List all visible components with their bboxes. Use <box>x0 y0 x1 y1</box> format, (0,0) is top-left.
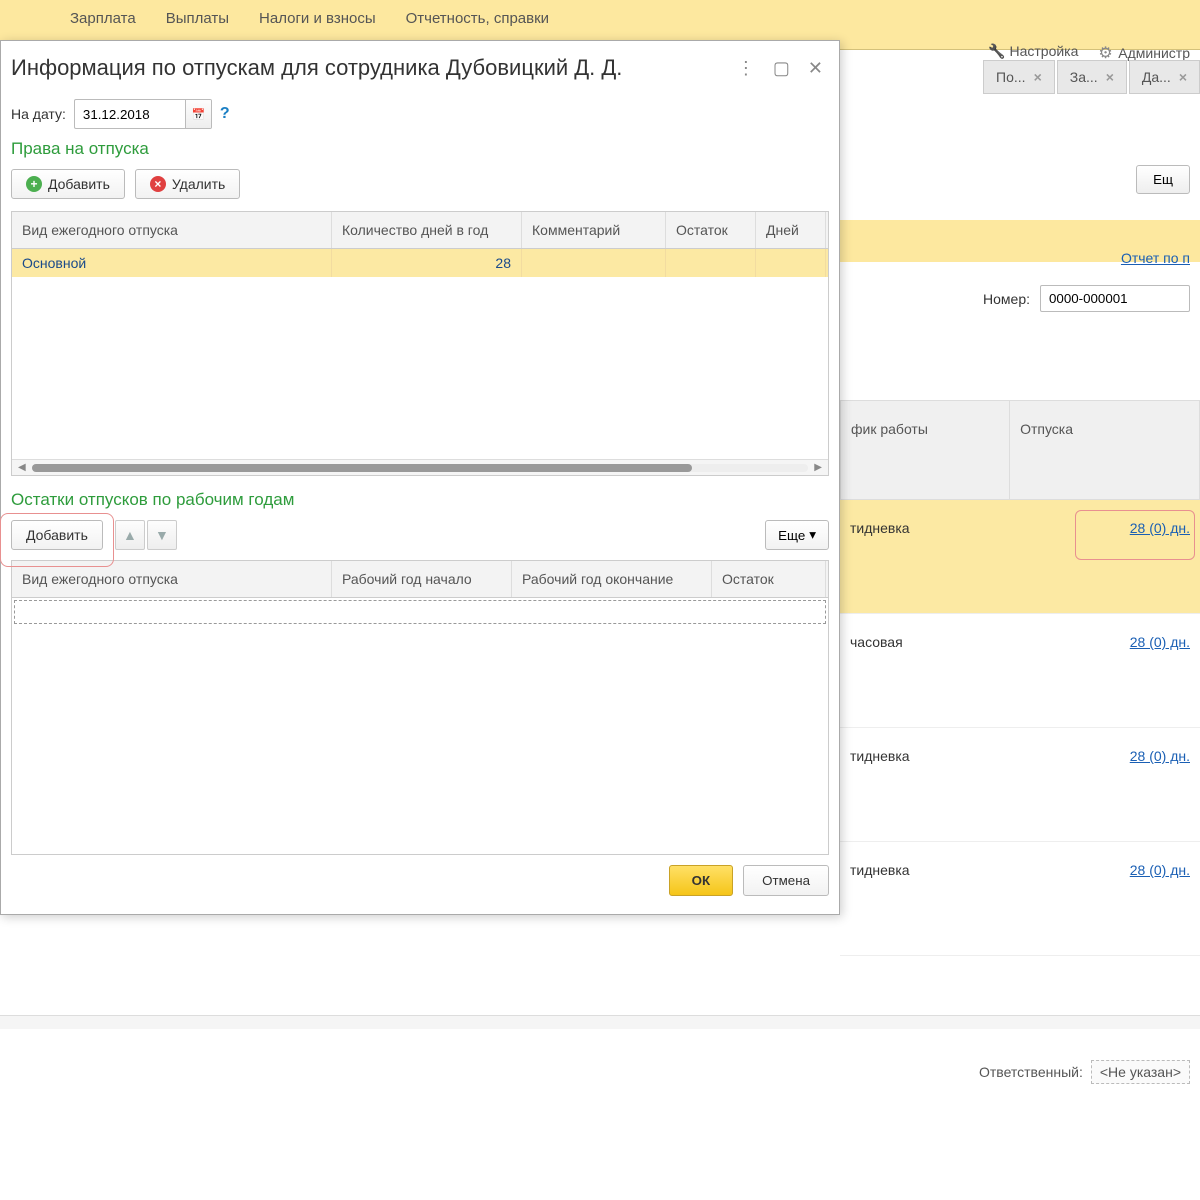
col2-start[interactable]: Рабочий год начало <box>332 561 512 597</box>
grid-scrollbar[interactable]: ◀ ▶ <box>12 459 828 475</box>
bg-cell-schedule: тидневка <box>840 500 1010 613</box>
tab[interactable]: Да...× <box>1129 60 1200 94</box>
delete-button[interactable]: × Удалить <box>135 169 240 199</box>
toolbar-item[interactable]: Отчетность, справки <box>406 10 549 27</box>
bg-cell-schedule: тидневка <box>840 728 1010 841</box>
number-input[interactable] <box>1040 285 1190 312</box>
close-icon[interactable]: × <box>1179 69 1187 85</box>
bg-table-header: фик работы Отпуска <box>840 400 1200 500</box>
bg-cell-schedule: часовая <box>840 614 1010 727</box>
dialog-title: Информация по отпускам для сотрудника Ду… <box>11 55 622 81</box>
more-button-bg[interactable]: Ещ <box>1136 165 1190 194</box>
cancel-button[interactable]: Отмена <box>743 865 829 896</box>
chevron-down-icon: ▾ <box>809 527 816 543</box>
bg-cell-vacation[interactable]: 28 (0) дн. <box>1010 842 1200 955</box>
more-button[interactable]: Еще ▾ <box>765 520 829 550</box>
ok-button[interactable]: ОК <box>669 865 734 896</box>
col2-end[interactable]: Рабочий год окончание <box>512 561 712 597</box>
tab[interactable]: За...× <box>1057 60 1127 94</box>
bg-cell-vacation[interactable]: 28 (0) дн. <box>1010 614 1200 727</box>
move-down-button[interactable]: ▼ <box>147 520 177 550</box>
bg-th-schedule: фик работы <box>841 401 1010 499</box>
bg-row[interactable]: часовая 28 (0) дн. <box>840 614 1200 728</box>
settings-menu[interactable]: Настройка <box>988 43 1078 61</box>
scroll-thumb[interactable] <box>32 464 692 472</box>
cell-comment[interactable] <box>522 249 666 277</box>
grid-row-selected[interactable]: Основной 28 <box>12 249 828 277</box>
close-icon[interactable]: × <box>1106 69 1114 85</box>
grid-header: Вид ежегодного отпуска Количество дней в… <box>12 212 828 249</box>
add-button[interactable]: + Добавить <box>11 169 125 199</box>
bg-row[interactable]: тидневка 28 (0) дн. <box>840 842 1200 956</box>
close-icon[interactable]: ✕ <box>808 58 823 79</box>
rights-grid: Вид ежегодного отпуска Количество дней в… <box>11 211 829 476</box>
number-label: Номер: <box>983 291 1030 307</box>
grid2-header: Вид ежегодного отпуска Рабочий год начал… <box>12 561 828 598</box>
help-icon[interactable]: ? <box>220 105 230 123</box>
cell-days2[interactable] <box>756 249 826 277</box>
add-balance-button[interactable]: Добавить <box>11 520 103 550</box>
toolbar-item[interactable]: Налоги и взносы <box>259 10 376 27</box>
col2-balance[interactable]: Остаток <box>712 561 826 597</box>
admin-menu[interactable]: Администр <box>1098 43 1190 61</box>
tab[interactable]: По...× <box>983 60 1055 94</box>
bg-rows: тидневка 28 (0) дн. часовая 28 (0) дн. т… <box>840 500 1200 956</box>
col-days[interactable]: Количество дней в год <box>332 212 522 248</box>
gear-icon <box>1098 43 1114 59</box>
kebab-icon[interactable]: ⋮ <box>737 58 755 79</box>
wrench-icon <box>988 43 1005 60</box>
cell-days[interactable]: 28 <box>332 249 522 277</box>
arrow-down-icon: ▼ <box>155 527 169 543</box>
scroll-left-icon[interactable]: ◀ <box>18 462 26 473</box>
bg-cell-vacation[interactable]: 28 (0) дн. <box>1010 728 1200 841</box>
new-row-placeholder[interactable] <box>14 600 826 624</box>
calendar-icon[interactable]: 📅 <box>185 100 211 128</box>
rights-section-title: Права на отпуска <box>11 139 829 159</box>
grid-body[interactable]: Основной 28 <box>12 249 828 459</box>
col2-type[interactable]: Вид ежегодного отпуска <box>12 561 332 597</box>
col-type[interactable]: Вид ежегодного отпуска <box>12 212 332 248</box>
col-balance[interactable]: Остаток <box>666 212 756 248</box>
bg-row[interactable]: тидневка 28 (0) дн. <box>840 728 1200 842</box>
highlight-box <box>1075 510 1195 560</box>
col-comment[interactable]: Комментарий <box>522 212 666 248</box>
cell-balance[interactable] <box>666 249 756 277</box>
grid2-body[interactable] <box>12 600 828 854</box>
close-icon[interactable]: × <box>1034 69 1042 85</box>
cross-icon: × <box>150 176 166 192</box>
balances-grid: Вид ежегодного отпуска Рабочий год начал… <box>11 560 829 855</box>
move-up-button[interactable]: ▲ <box>115 520 145 550</box>
bg-cell-schedule: тидневка <box>840 842 1010 955</box>
col-days2[interactable]: Дней <box>756 212 826 248</box>
responsible-value[interactable]: <Не указан> <box>1091 1060 1190 1084</box>
date-input[interactable] <box>75 102 185 127</box>
date-input-wrap: 📅 <box>74 99 212 129</box>
date-label: На дату: <box>11 106 66 122</box>
background-tabs: По...× За...× Да...× <box>983 60 1200 94</box>
horizontal-scrollbar[interactable] <box>0 1015 1200 1029</box>
toolbar-item[interactable]: Зарплата <box>70 10 136 27</box>
arrow-up-icon: ▲ <box>123 527 137 543</box>
toolbar-item[interactable]: Выплаты <box>166 10 229 27</box>
scroll-right-icon[interactable]: ▶ <box>814 462 822 473</box>
bg-th-vacation: Отпуска <box>1010 401 1199 499</box>
report-link[interactable]: Отчет по п <box>1121 250 1190 266</box>
cell-type[interactable]: Основной <box>12 249 332 277</box>
balances-section-title: Остатки отпусков по рабочим годам <box>11 490 829 510</box>
vacation-info-dialog: Информация по отпускам для сотрудника Ду… <box>0 40 840 915</box>
plus-icon: + <box>26 176 42 192</box>
maximize-icon[interactable]: ▢ <box>773 58 790 79</box>
responsible-label: Ответственный: <box>979 1064 1083 1080</box>
